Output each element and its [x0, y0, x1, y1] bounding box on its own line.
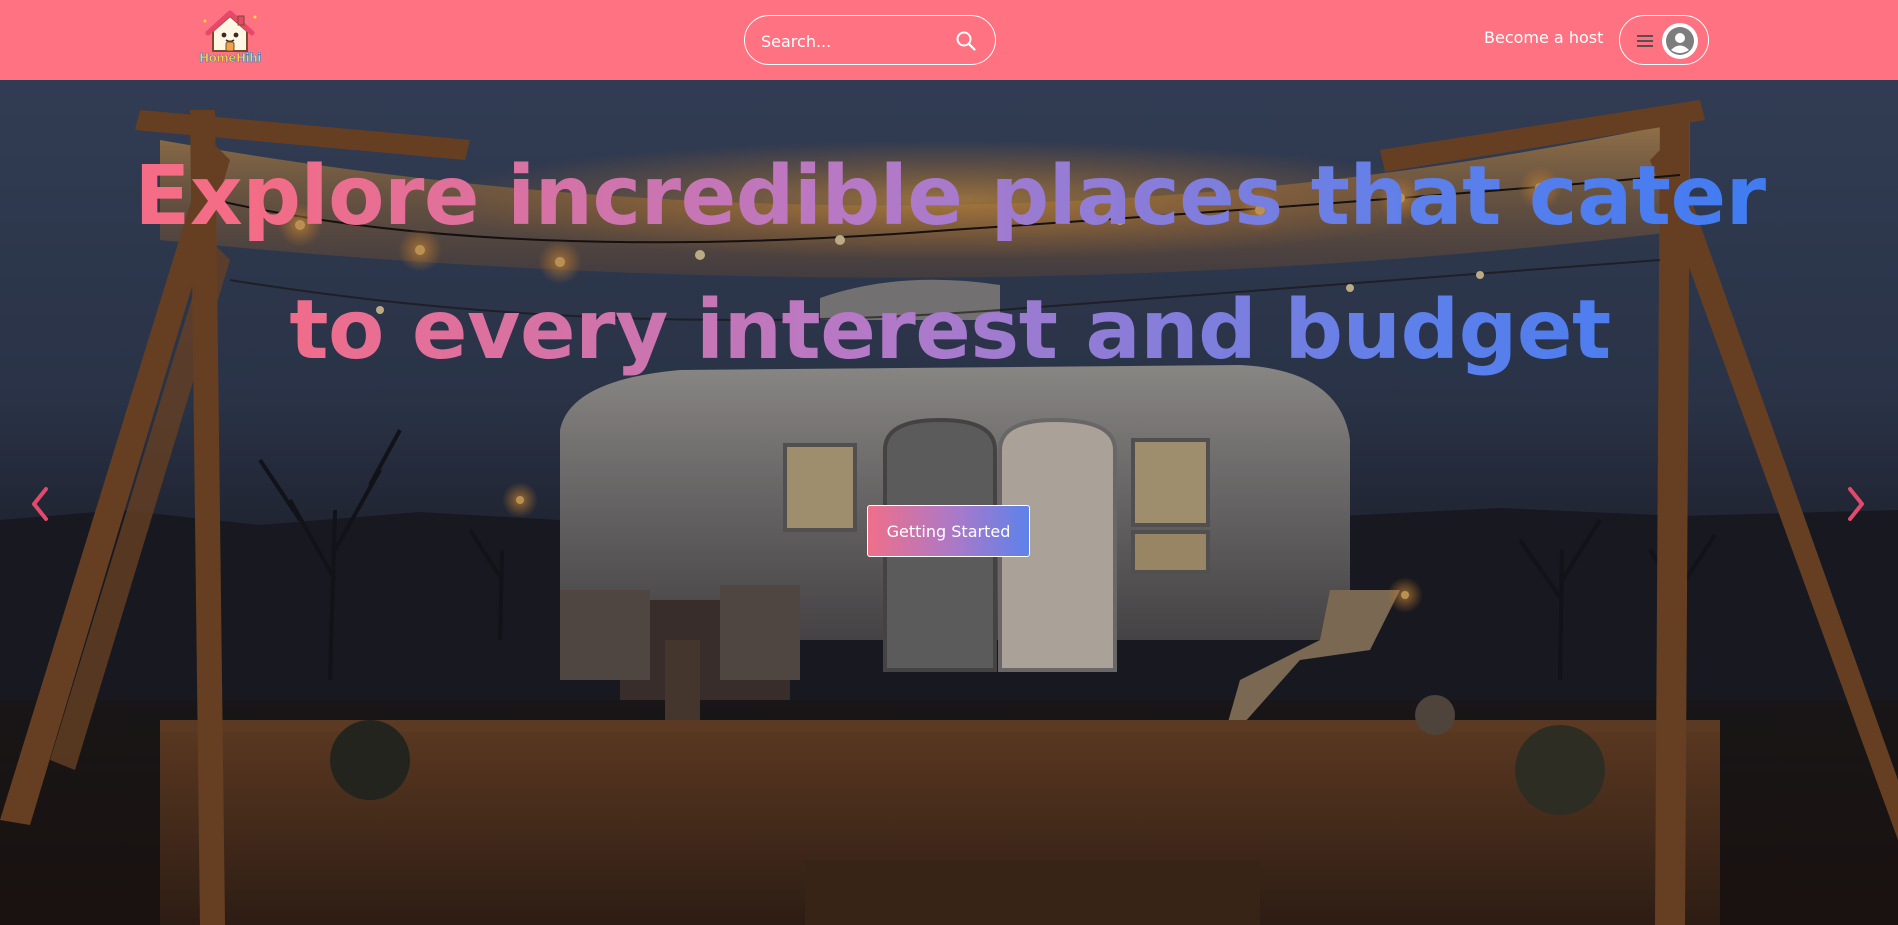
search-box[interactable]: [744, 15, 996, 65]
avatar: [1662, 23, 1698, 59]
logo-text: HomeHihi: [199, 51, 262, 66]
user-menu-button[interactable]: [1619, 15, 1709, 65]
hero-section: Explore incredible places that cater to …: [0, 80, 1898, 925]
search-icon[interactable]: [955, 30, 977, 52]
search-input[interactable]: [761, 28, 951, 54]
hero-headline: Explore incredible places that cater to …: [120, 130, 1780, 398]
logo[interactable]: HomeHihi: [197, 7, 263, 65]
become-host-link[interactable]: Become a host: [1484, 28, 1603, 47]
chevron-left-icon[interactable]: [27, 483, 53, 525]
chevron-right-icon[interactable]: [1843, 483, 1869, 525]
user-avatar-icon: [1666, 27, 1694, 55]
getting-started-button[interactable]: Getting Started: [867, 505, 1030, 557]
navbar: HomeHihi Become a host: [0, 0, 1898, 80]
hamburger-menu-icon: [1637, 35, 1653, 47]
